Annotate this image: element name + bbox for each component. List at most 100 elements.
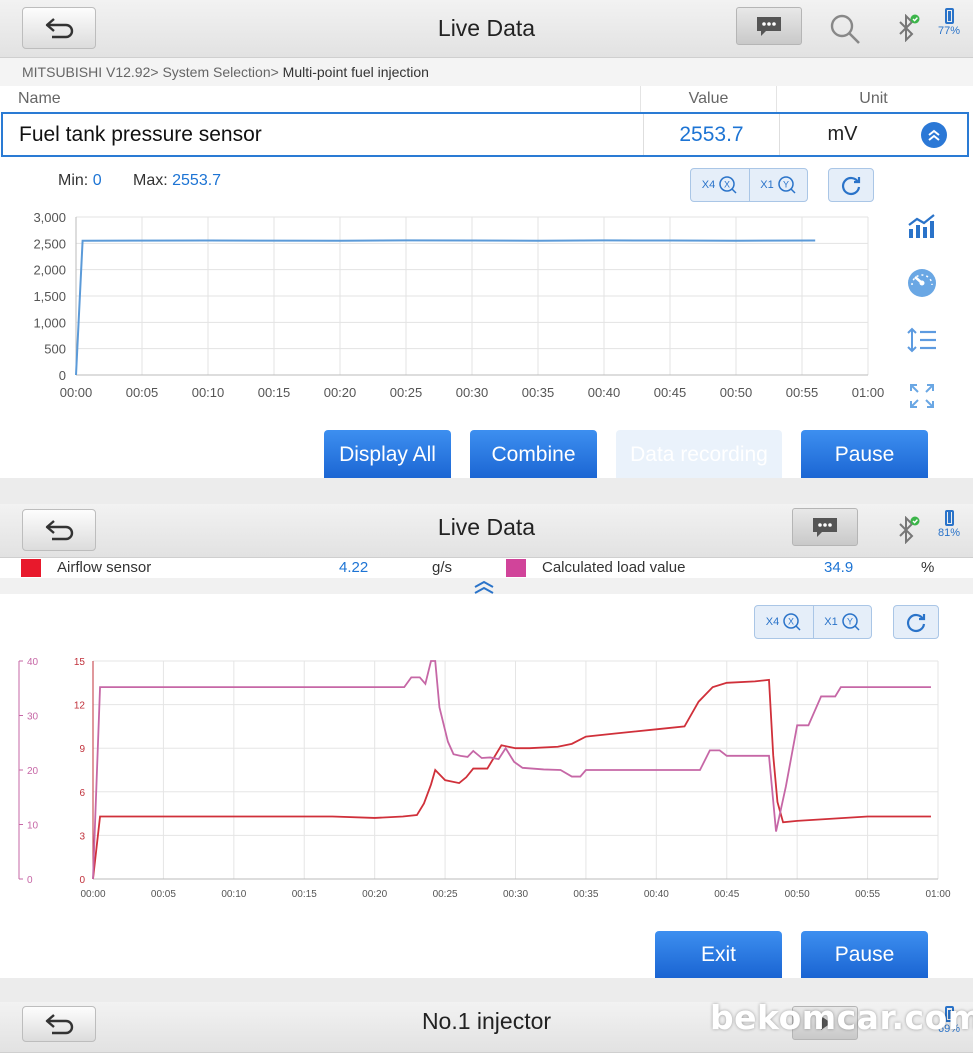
back-button[interactable]: [22, 7, 96, 49]
display-all-button[interactable]: Display All: [324, 430, 451, 478]
max-value: 2553.7: [172, 172, 222, 189]
x-tick-label: 00:20: [362, 889, 387, 900]
legend-row: Airflow sensor 4.22 g/s Calculated load …: [0, 558, 973, 578]
message-icon: [757, 17, 781, 36]
data-recording-button[interactable]: Data recording: [616, 430, 782, 478]
y-left-tick-label: 12: [74, 701, 86, 712]
sensor-value: 2553.7: [643, 114, 779, 155]
x-tick-label: 00:45: [654, 385, 687, 400]
combine-button[interactable]: Combine: [470, 430, 597, 478]
x-tick-label: 00:45: [714, 889, 739, 900]
pause-button[interactable]: Pause: [801, 430, 928, 478]
zoom-y-icon: Y: [842, 613, 860, 631]
sensor-unit: mV: [779, 114, 905, 155]
pause-button[interactable]: Pause: [801, 931, 928, 978]
zoom-y-button[interactable]: X1 Y: [749, 169, 807, 201]
fullscreen-button[interactable]: [904, 380, 940, 412]
legend-value-airflow: 4.22: [339, 559, 369, 576]
refresh-button[interactable]: [828, 168, 874, 202]
gauge-button[interactable]: [904, 266, 940, 298]
zoom-x-button[interactable]: X4 X: [691, 169, 749, 201]
zoom-x-label: X4: [765, 616, 780, 628]
svg-text:Y: Y: [847, 617, 853, 627]
x-tick-label: 00:20: [324, 385, 357, 400]
y-left-tick-label: 0: [79, 875, 85, 886]
y-left-tick-label: 6: [79, 788, 85, 799]
battery-percent: 81%: [937, 527, 961, 539]
message-button[interactable]: [792, 508, 858, 546]
top-bar: Live Data 81%: [0, 504, 973, 558]
y-tick-label: 500: [44, 342, 66, 357]
battery-icon: [944, 8, 954, 24]
x-tick-label: 00:40: [644, 889, 669, 900]
legend-swatch-load: [506, 559, 526, 577]
x-tick-label: 00:30: [456, 385, 489, 400]
y-tick-label: 2,000: [33, 263, 66, 278]
line-chart-icon: [908, 214, 935, 238]
y-left-tick-label: 15: [74, 657, 86, 668]
x-tick-label: 01:00: [925, 889, 950, 900]
zoom-x-label: X4: [701, 179, 716, 191]
x-tick-label: 00:05: [126, 385, 159, 400]
back-button[interactable]: [22, 509, 96, 551]
sensor-name: Fuel tank pressure sensor: [19, 123, 262, 146]
column-unit: Unit: [776, 86, 970, 112]
x-tick-label: 00:30: [503, 889, 528, 900]
list-icon: [907, 327, 936, 353]
x-tick-label: 00:50: [720, 385, 753, 400]
y-tick-label: 1,500: [33, 289, 66, 304]
y-tick-label: 1,000: [33, 315, 66, 330]
x-tick-label: 01:00: [852, 385, 885, 400]
zoom-y-icon: Y: [778, 176, 796, 194]
zoom-y-button[interactable]: X1 Y: [813, 606, 871, 638]
x-tick-label: 00:25: [433, 889, 458, 900]
y-right-tick-label: 40: [27, 657, 39, 668]
search-button[interactable]: [828, 12, 862, 46]
y-right-tick-label: 10: [27, 821, 39, 832]
legend-unit-airflow: g/s: [432, 559, 453, 576]
battery-indicator: 81%: [933, 510, 965, 539]
x-tick-label: 00:55: [786, 385, 819, 400]
x-tick-label: 00:15: [292, 889, 317, 900]
x-tick-label: 00:05: [151, 889, 176, 900]
series-line-calculated-load: [92, 660, 931, 880]
y-left-tick-label: 9: [79, 744, 85, 755]
x-tick-label: 00:10: [192, 385, 225, 400]
zoom-y-label: X1: [824, 616, 838, 628]
battery-icon: [944, 510, 954, 526]
x-tick-label: 00:15: [258, 385, 291, 400]
legend-name-airflow: Airflow sensor: [57, 559, 152, 576]
y-tick-label: 0: [59, 368, 66, 383]
refresh-icon: [906, 613, 926, 633]
back-arrow-icon: [45, 1014, 74, 1035]
zoom-x-button[interactable]: X4 X: [755, 606, 813, 638]
collapse-button[interactable]: [921, 122, 947, 148]
watermark: bekomcar.com: [710, 998, 973, 1037]
y-right-tick-label: 30: [27, 712, 39, 723]
exit-button[interactable]: Exit: [655, 931, 782, 978]
y-tick-label: 2,500: [33, 236, 66, 251]
zoom-y-label: X1: [760, 179, 774, 191]
message-icon: [813, 518, 837, 537]
expand-legend-bar[interactable]: [0, 578, 973, 594]
line-chart-button[interactable]: [904, 210, 940, 242]
refresh-button[interactable]: [893, 605, 939, 639]
min-value: 0: [92, 172, 102, 189]
back-arrow-icon: [45, 18, 74, 39]
zoom-x-icon: X: [783, 613, 801, 631]
message-button[interactable]: [736, 7, 802, 45]
x-tick-label: 00:35: [522, 385, 555, 400]
y-right-tick-label: 0: [27, 875, 33, 886]
x-tick-label: 00:10: [221, 889, 246, 900]
sensor-row[interactable]: Fuel tank pressure sensor 2553.7 mV: [1, 112, 969, 157]
double-chevron-up-icon: [928, 129, 940, 141]
battery-percent: 77%: [937, 25, 961, 37]
back-button[interactable]: [22, 1006, 96, 1042]
min-readout: Min: 0: [58, 172, 102, 190]
breadcrumb-current: Multi-point fuel injection: [282, 64, 429, 80]
zoom-controls: X4 X X1 Y: [754, 605, 872, 639]
x-tick-label: 00:35: [573, 889, 598, 900]
list-button[interactable]: [904, 324, 940, 356]
top-bar: Live Data 77%: [0, 0, 973, 58]
column-name: Name: [18, 90, 61, 107]
